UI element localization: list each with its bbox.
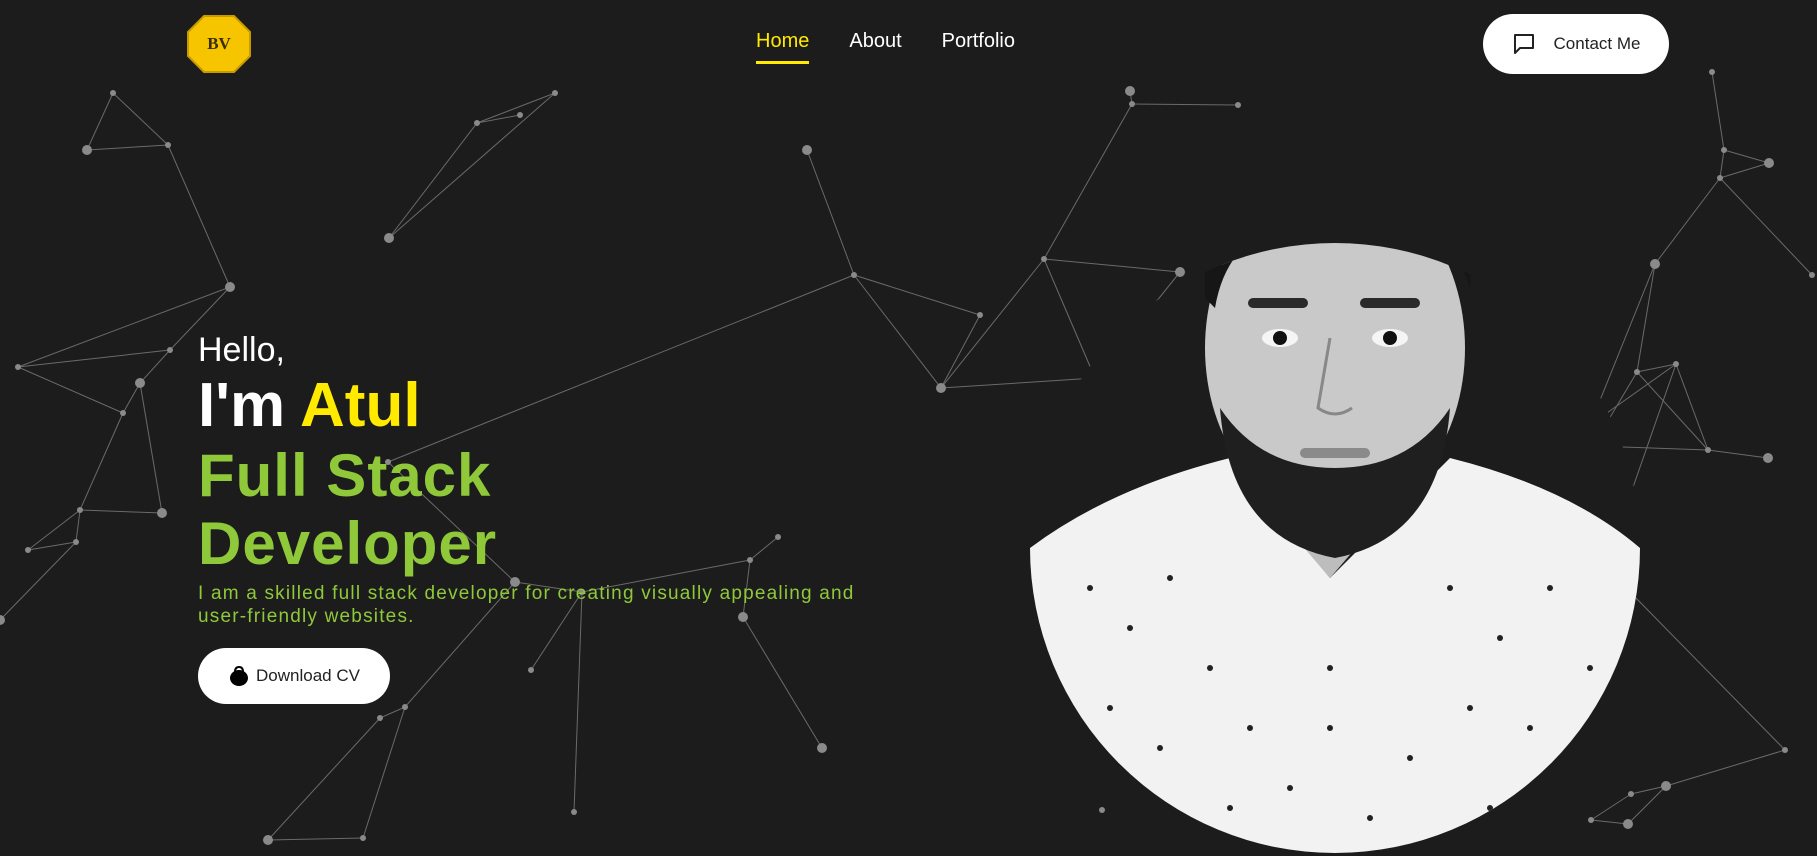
download-cv-label: Download CV [256, 666, 360, 685]
logo-text: BV [207, 34, 231, 53]
contact-button[interactable]: Contact Me [1483, 14, 1669, 74]
network-node [474, 120, 480, 126]
network-line [1719, 162, 1770, 179]
nav-about[interactable]: About [849, 30, 901, 64]
network-node [552, 90, 558, 96]
hero-name: Atul [300, 371, 421, 440]
contact-button-label: Contact Me [1553, 34, 1641, 53]
network-line [27, 509, 81, 551]
network-line [379, 706, 406, 719]
network-line [17, 366, 124, 414]
network-line [1707, 449, 1769, 459]
network-line [75, 509, 81, 543]
network-line [139, 349, 171, 384]
network-line [267, 837, 364, 841]
network-line [1719, 177, 1813, 276]
network-node [263, 835, 273, 845]
hero-role-line2: Developer [198, 510, 498, 577]
network-line [1675, 363, 1709, 451]
hero-intro-text: I'm [198, 371, 301, 440]
network-node [1764, 158, 1774, 168]
bag-icon [230, 665, 249, 686]
network-line [388, 92, 556, 239]
network-line [388, 122, 478, 239]
network-line [112, 92, 169, 146]
chat-icon [1513, 34, 1534, 54]
network-line [86, 92, 114, 151]
network-node [1661, 781, 1671, 791]
nav-portfolio[interactable]: Portfolio [942, 30, 1015, 64]
network-line [1665, 749, 1786, 787]
network-node [82, 145, 92, 155]
network-line [1654, 177, 1721, 265]
network-node [25, 547, 31, 553]
network-node [817, 743, 827, 753]
hero-role-line1: Full Stack [198, 442, 492, 509]
hero-greeting: Hello, [198, 331, 285, 369]
network-node [77, 507, 83, 513]
portrait-photo [1030, 243, 1640, 853]
network-line [267, 717, 381, 841]
network-node [110, 90, 116, 96]
network-node [977, 312, 983, 318]
network-node [517, 112, 523, 118]
network-node [1705, 447, 1711, 453]
network-line [1131, 103, 1239, 106]
network-line [0, 541, 77, 621]
network-line [79, 509, 163, 514]
network-node [157, 508, 167, 518]
network-node [73, 539, 79, 545]
network-node [135, 378, 145, 388]
network-line [940, 258, 1045, 389]
network-line [1719, 149, 1725, 179]
hero-description: I am a skilled full stack developer for … [198, 583, 855, 627]
network-line [940, 314, 981, 389]
network-line [362, 706, 406, 839]
network-line [806, 149, 855, 276]
network-node [1763, 453, 1773, 463]
network-line [853, 274, 981, 316]
network-node [1721, 147, 1727, 153]
network-node [120, 410, 126, 416]
network-line [1723, 149, 1770, 164]
network-node [384, 233, 394, 243]
network-line [476, 92, 556, 124]
network-node [402, 704, 408, 710]
network-node [1809, 272, 1815, 278]
logo[interactable]: BV [186, 14, 252, 74]
network-node [225, 282, 235, 292]
network-node [1782, 747, 1788, 753]
network-line [139, 382, 163, 514]
network-line [742, 616, 823, 749]
network-node [377, 715, 383, 721]
network-node [165, 142, 171, 148]
network-node [528, 667, 534, 673]
network-node [15, 364, 21, 370]
network-node [360, 835, 366, 841]
network-line [476, 114, 521, 124]
network-line [79, 412, 124, 511]
network-node [0, 615, 5, 625]
network-node [802, 145, 812, 155]
network-node [1673, 361, 1679, 367]
nav-home[interactable]: Home [756, 30, 810, 64]
network-node [1650, 259, 1660, 269]
network-node [1717, 175, 1723, 181]
network-node [936, 383, 946, 393]
hero-intro: I'm Atul [198, 370, 878, 442]
download-cv-button[interactable]: Download CV [198, 648, 390, 704]
network-line [86, 144, 169, 151]
main-nav: Home About Portfolio [756, 30, 1015, 64]
network-node [167, 347, 173, 353]
hero-section: Hello, I'm Atul Full Stack Developer I a… [198, 330, 878, 704]
site-header: BV Home About Portfolio Contact Me [0, 0, 1817, 88]
network-line [1631, 593, 1786, 751]
network-node [1129, 101, 1135, 107]
network-line [1636, 371, 1709, 451]
network-node [571, 809, 577, 815]
network-line [122, 382, 141, 414]
network-line [167, 144, 231, 288]
network-node [851, 272, 857, 278]
